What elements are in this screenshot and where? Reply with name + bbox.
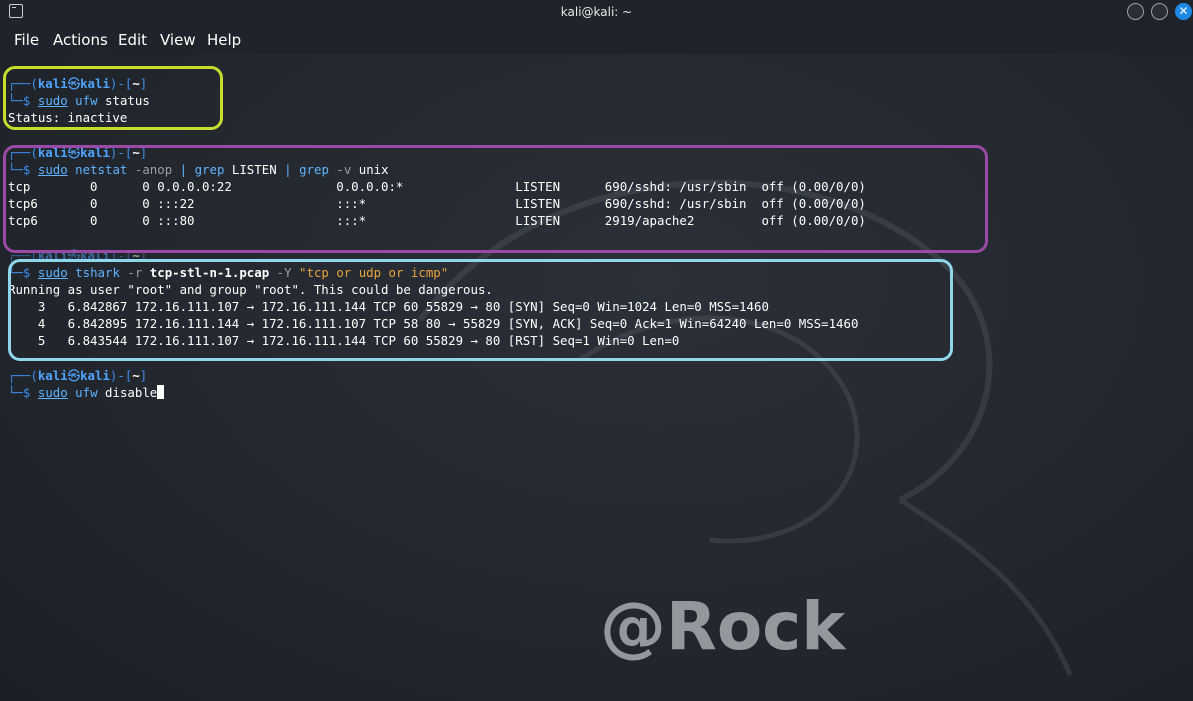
menu-view[interactable]: View (160, 31, 196, 49)
window-titlebar: kali@kali: ~ ✕ (0, 0, 1193, 24)
terminal-output[interactable]: ┌──(kali㉿kali)-[~] └─$ sudo ufw status S… (0, 54, 1193, 701)
window-title: kali@kali: ~ (560, 5, 633, 19)
close-button[interactable]: ✕ (1175, 3, 1192, 20)
prompt-line: ┌──(kali㉿kali)-[~] (8, 368, 148, 383)
watermark-text: @Rock (600, 588, 846, 665)
text-cursor (157, 385, 165, 399)
menu-bar: File Actions Edit View Help (0, 24, 1193, 54)
highlight-box-netstat (3, 145, 988, 253)
menu-help[interactable]: Help (207, 31, 241, 49)
menu-file[interactable]: File (14, 31, 39, 49)
command-line: └─$ sudo ufw disable (8, 384, 165, 401)
maximize-button[interactable] (1151, 3, 1168, 20)
menu-actions[interactable]: Actions (53, 31, 108, 49)
highlight-box-tshark (8, 259, 953, 361)
menu-edit[interactable]: Edit (118, 31, 147, 49)
highlight-box-ufw-status (3, 66, 223, 130)
minimize-button[interactable] (1127, 3, 1144, 20)
